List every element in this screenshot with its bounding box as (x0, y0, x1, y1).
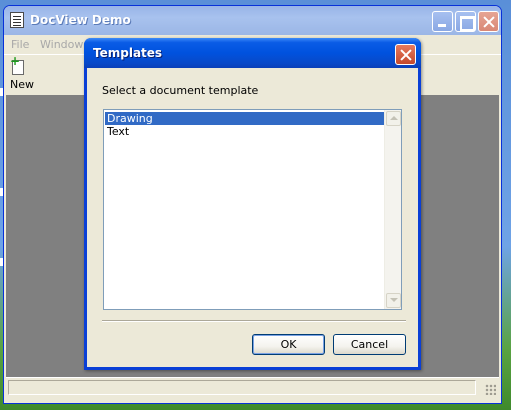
list-item-drawing[interactable]: Drawing (105, 112, 384, 125)
new-button[interactable]: New (7, 54, 34, 92)
menu-window[interactable]: Window (40, 38, 83, 51)
new-document-icon (10, 54, 24, 75)
resize-grip-icon[interactable] (485, 384, 496, 395)
dialog-title: Templates (93, 46, 163, 60)
close-icon (479, 12, 498, 31)
maximize-icon (456, 12, 475, 31)
dialog-separator (102, 320, 406, 322)
app-document-icon[interactable] (10, 12, 24, 28)
main-title-bar[interactable]: DocView Demo (4, 6, 501, 35)
template-list[interactable]: Drawing Text (103, 109, 402, 310)
minimize-icon (433, 12, 452, 31)
close-button[interactable] (478, 11, 499, 32)
new-button-label: New (10, 78, 34, 91)
menu-file[interactable]: File (11, 38, 29, 51)
scroll-up-button[interactable] (386, 111, 401, 126)
chevron-down-icon (390, 298, 398, 302)
dialog-prompt: Select a document template (102, 84, 259, 97)
status-pane (8, 380, 476, 395)
scroll-down-button[interactable] (386, 293, 401, 308)
cancel-button[interactable]: Cancel (333, 334, 406, 355)
chevron-up-icon (390, 116, 398, 120)
list-scrollbar[interactable] (384, 110, 401, 309)
list-item-text[interactable]: Text (105, 125, 384, 138)
close-icon (396, 45, 415, 64)
templates-dialog: Templates Select a document template Dra… (84, 38, 421, 370)
dialog-close-button[interactable] (395, 44, 416, 65)
status-bar (6, 377, 499, 397)
maximize-button[interactable] (455, 11, 476, 32)
minimize-button[interactable] (432, 11, 453, 32)
ok-button[interactable]: OK (252, 334, 325, 355)
window-title: DocView Demo (30, 13, 131, 27)
dialog-title-bar[interactable]: Templates (84, 38, 421, 68)
